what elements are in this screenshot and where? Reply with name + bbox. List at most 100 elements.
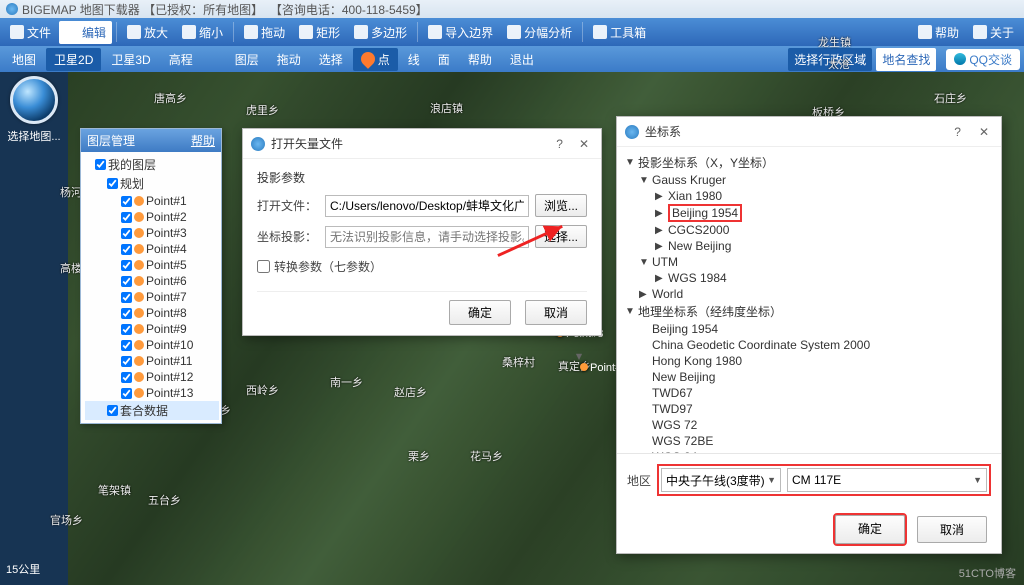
tree-point[interactable]: Point#11 bbox=[85, 353, 219, 369]
tree-node[interactable]: Gauss Kruger bbox=[652, 173, 726, 187]
help-button[interactable]: 帮助 bbox=[912, 21, 965, 44]
cancel-button[interactable]: 取消 bbox=[917, 516, 987, 543]
coord-tree[interactable]: ▼投影坐标系（X，Y坐标） ▼Gauss Kruger ▶Xian 1980 ▶… bbox=[617, 147, 1001, 453]
tree-group[interactable]: ▾规划 bbox=[85, 174, 219, 193]
file-menu[interactable]: 文件 bbox=[4, 21, 57, 44]
split-button[interactable]: 分幅分析 bbox=[501, 21, 578, 44]
convert-checkbox[interactable] bbox=[257, 260, 270, 273]
rect-button[interactable]: 矩形 bbox=[293, 21, 346, 44]
help-icon[interactable]: ? bbox=[552, 137, 567, 151]
sub-select[interactable]: 选择 bbox=[311, 48, 351, 71]
sub-point[interactable]: 点 bbox=[353, 48, 398, 71]
tree-point[interactable]: Point#13 bbox=[85, 385, 219, 401]
browse-button[interactable]: 浏览... bbox=[535, 194, 587, 217]
tree-node[interactable]: New Beijing bbox=[668, 239, 731, 253]
dialog-titlebar[interactable]: 打开矢量文件 ? ✕ bbox=[243, 129, 601, 159]
sub-line[interactable]: 线 bbox=[400, 48, 428, 71]
globe-icon bbox=[251, 137, 265, 151]
earth-icon[interactable] bbox=[10, 76, 58, 124]
tree-node[interactable]: 地理坐标系（经纬度坐标） bbox=[638, 303, 782, 320]
help-icon[interactable]: ? bbox=[950, 125, 965, 139]
tree-point[interactable]: Point#9 bbox=[85, 321, 219, 337]
split-icon bbox=[507, 25, 521, 39]
cm-select[interactable]: CM 117E▼ bbox=[787, 468, 987, 492]
tree-node[interactable]: TWD67 bbox=[625, 385, 993, 401]
tree-point[interactable]: Point#10 bbox=[85, 337, 219, 353]
sub-drag[interactable]: 拖动 bbox=[269, 48, 309, 71]
layer-tree: ▾我的图层 ▾规划 Point#1Point#2Point#3Point#4Po… bbox=[81, 152, 221, 423]
layer-panel-header[interactable]: 图层管理 帮助 bbox=[81, 129, 221, 152]
tree-point[interactable]: Point#5 bbox=[85, 257, 219, 273]
dialog-titlebar[interactable]: 坐标系 ? ✕ bbox=[617, 117, 1001, 147]
polygon-icon bbox=[354, 25, 368, 39]
tree-node[interactable]: UTM bbox=[652, 255, 678, 269]
zoomout-button[interactable]: 缩小 bbox=[176, 21, 229, 44]
place-label: 浪店镇 bbox=[430, 100, 463, 116]
open-vector-dialog: 打开矢量文件 ? ✕ 投影参数 打开文件： 浏览... 坐标投影： 选择... … bbox=[242, 128, 602, 336]
tree-node-beijing1954[interactable]: Beijing 1954 bbox=[668, 204, 742, 222]
tree-point[interactable]: Point#8 bbox=[85, 305, 219, 321]
projection-input[interactable] bbox=[325, 226, 529, 248]
ok-button[interactable]: 确定 bbox=[449, 300, 511, 325]
sub-layers[interactable]: 图层 bbox=[227, 48, 267, 71]
ok-button[interactable]: 确定 bbox=[835, 515, 905, 544]
maptype-elev[interactable]: 高程 bbox=[161, 48, 201, 71]
edit-menu[interactable]: 编辑 bbox=[59, 21, 112, 44]
close-icon[interactable]: ✕ bbox=[575, 137, 593, 151]
layer-panel-title: 图层管理 bbox=[87, 132, 135, 149]
tree-point[interactable]: Point#4 bbox=[85, 241, 219, 257]
choose-button[interactable]: 选择... bbox=[535, 225, 587, 248]
sub-help[interactable]: 帮助 bbox=[460, 48, 500, 71]
qq-icon bbox=[954, 53, 966, 65]
maptype-sat3d[interactable]: 卫星3D bbox=[103, 48, 158, 71]
polygon-button[interactable]: 多边形 bbox=[348, 21, 413, 44]
maptype-map[interactable]: 地图 bbox=[4, 48, 44, 71]
tree-point[interactable]: Point#12 bbox=[85, 369, 219, 385]
tree-node[interactable]: Xian 1980 bbox=[668, 189, 722, 203]
tree-node[interactable]: Beijing 1954 bbox=[625, 321, 993, 337]
tree-node[interactable]: WGS 72BE bbox=[625, 433, 993, 449]
tree-node[interactable]: China Geodetic Coordinate System 2000 bbox=[625, 337, 993, 353]
tree-node[interactable]: CGCS2000 bbox=[668, 223, 729, 237]
place-label: 唐高乡 bbox=[154, 90, 187, 106]
tree-node[interactable]: WGS 1984 bbox=[668, 271, 727, 285]
about-button[interactable]: 关于 bbox=[967, 21, 1020, 44]
drag-button[interactable]: 拖动 bbox=[238, 21, 291, 44]
tree-point[interactable]: Point#3 bbox=[85, 225, 219, 241]
tree-node[interactable]: World bbox=[652, 287, 683, 301]
region-label: 地区 bbox=[627, 472, 651, 489]
tree-node[interactable]: 投影坐标系（X，Y坐标） bbox=[638, 154, 774, 171]
select-map-label[interactable]: 选择地图... bbox=[0, 128, 68, 144]
layer-help-link[interactable]: 帮助 bbox=[191, 132, 215, 149]
meridian-select[interactable]: 中央子午线(3度带)▼ bbox=[661, 468, 781, 492]
tree-point[interactable]: Point#7 bbox=[85, 289, 219, 305]
zoomin-button[interactable]: 放大 bbox=[121, 21, 174, 44]
dialog-title: 打开矢量文件 bbox=[271, 135, 343, 152]
zoomout-icon bbox=[182, 25, 196, 39]
tree-point[interactable]: Point#1 bbox=[85, 193, 219, 209]
open-file-input[interactable] bbox=[325, 195, 529, 217]
open-file-label: 打开文件： bbox=[257, 197, 319, 214]
maptype-sat2d[interactable]: 卫星2D bbox=[46, 48, 101, 71]
tree-node[interactable]: New Beijing bbox=[625, 369, 993, 385]
tree-node[interactable]: Hong Kong 1980 bbox=[625, 353, 993, 369]
import-button[interactable]: 导入边界 bbox=[422, 21, 499, 44]
tree-point[interactable]: Point#6 bbox=[85, 273, 219, 289]
tree-node[interactable]: TWD97 bbox=[625, 401, 993, 417]
tree-node[interactable]: WGS 72 bbox=[625, 417, 993, 433]
qq-chat-button[interactable]: QQ交谈 bbox=[946, 49, 1020, 70]
place-label: 南一乡 bbox=[330, 374, 363, 390]
section-label: 投影参数 bbox=[257, 169, 587, 186]
sub-area[interactable]: 面 bbox=[430, 48, 458, 71]
about-icon bbox=[973, 25, 987, 39]
app-title: BIGEMAP 地图下载器 bbox=[22, 1, 140, 18]
region-row: 地区 中央子午线(3度带)▼ CM 117E▼ bbox=[617, 453, 1001, 506]
cancel-button[interactable]: 取消 bbox=[525, 300, 587, 325]
close-icon[interactable]: ✕ bbox=[975, 125, 993, 139]
tree-overlay[interactable]: 套合数据 bbox=[85, 401, 219, 420]
tree-point[interactable]: Point#2 bbox=[85, 209, 219, 225]
sub-exit[interactable]: 退出 bbox=[502, 48, 542, 71]
place-search-button[interactable]: 地名查找 bbox=[876, 48, 936, 71]
tools-button[interactable]: 工具箱 bbox=[587, 21, 652, 44]
tree-root[interactable]: ▾我的图层 bbox=[85, 155, 219, 174]
